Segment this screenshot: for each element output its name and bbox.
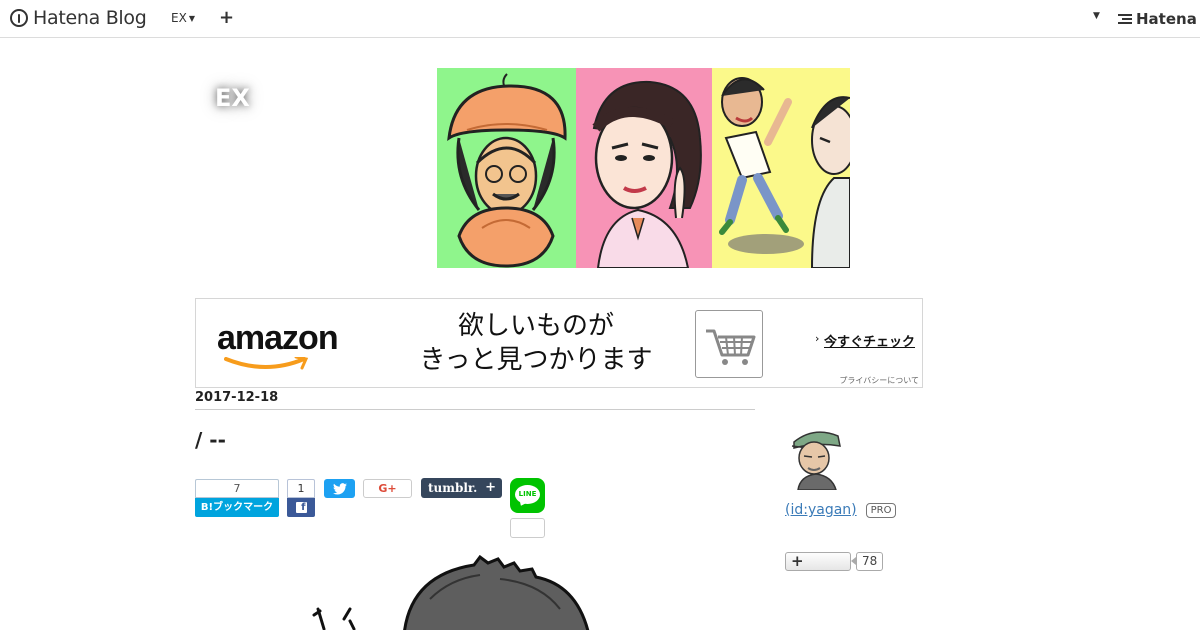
facebook-share-count: 1 [287, 479, 315, 498]
header-panel-woman [576, 68, 712, 268]
user-menu-caret-icon[interactable]: ▼ [1093, 11, 1100, 21]
hatena-blog-brand[interactable]: Hatena Blog [10, 7, 147, 29]
tumblr-share-button[interactable]: tumblr. + [421, 478, 502, 498]
ad-copy-line2: きっと見つかります [419, 345, 653, 375]
new-entry-button[interactable]: + [219, 7, 234, 28]
divider [195, 409, 755, 410]
caret-down-icon: ▼ [188, 13, 195, 23]
twitter-bird-icon [332, 482, 347, 495]
google-plus-share-button[interactable]: G+ [363, 479, 412, 498]
hatena-home-link[interactable]: Hatena [1118, 10, 1197, 28]
global-header: Hatena Blog EX ▼ + ▼ Hatena [0, 0, 1200, 38]
blog-switch-dropdown[interactable]: EX ▼ [171, 11, 195, 25]
pro-badge: PRO [865, 502, 897, 518]
blog-title[interactable]: EX [215, 84, 250, 112]
amazon-smile-icon [224, 357, 309, 370]
plus-icon: + [791, 552, 804, 570]
follow-button[interactable]: + [785, 552, 851, 571]
header-panel-mushroom-man [437, 68, 576, 268]
facebook-icon: f [287, 498, 315, 517]
avatar[interactable] [788, 428, 848, 491]
entry-title[interactable]: / -- [195, 428, 226, 452]
facebook-share-button[interactable]: 1 f [287, 479, 315, 517]
line-share-count [510, 518, 545, 538]
ad-privacy-link[interactable]: プライバシーについて [839, 375, 919, 386]
chevron-right-icon: › [815, 332, 820, 345]
entry-illustration [300, 555, 640, 630]
header-panel-two-men [712, 68, 850, 268]
amazon-logo: amazon [217, 319, 339, 357]
shopping-cart-icon [695, 310, 763, 378]
ad-copy: 欲しいものが きっと見つかります [406, 309, 666, 377]
entry-date[interactable]: 2017-12-18 [195, 390, 278, 405]
line-share-button[interactable]: LINE [510, 478, 545, 513]
profile-line: (id:yagan) PRO [785, 502, 897, 518]
blog-switch-label: EX [171, 11, 187, 25]
ad-copy-line1: 欲しいものが [457, 311, 614, 341]
plus-icon: + [485, 480, 496, 495]
hatena-logo-icon [1118, 14, 1132, 24]
hatena-bookmark-label: B!ブックマーク [195, 498, 279, 517]
tumblr-label: tumblr. [428, 481, 478, 495]
hatena-logo-text: Hatena [1136, 10, 1197, 28]
follower-count: 78 [856, 552, 884, 571]
profile-id-link[interactable]: (id:yagan) [785, 502, 857, 518]
header-image [437, 68, 850, 268]
hatena-bookmark-button[interactable]: 7 B!ブックマーク [195, 479, 279, 517]
twitter-share-button[interactable] [324, 479, 355, 498]
amazon-ad-banner[interactable]: amazon 欲しいものが きっと見つかります › 今すぐチェック プライバシー… [195, 298, 923, 388]
ad-cta-link[interactable]: 今すぐチェック [824, 331, 915, 350]
brand-name: Hatena Blog [33, 7, 147, 29]
hatena-blog-logo-icon [10, 9, 28, 27]
hatena-bookmark-count: 7 [195, 479, 279, 498]
